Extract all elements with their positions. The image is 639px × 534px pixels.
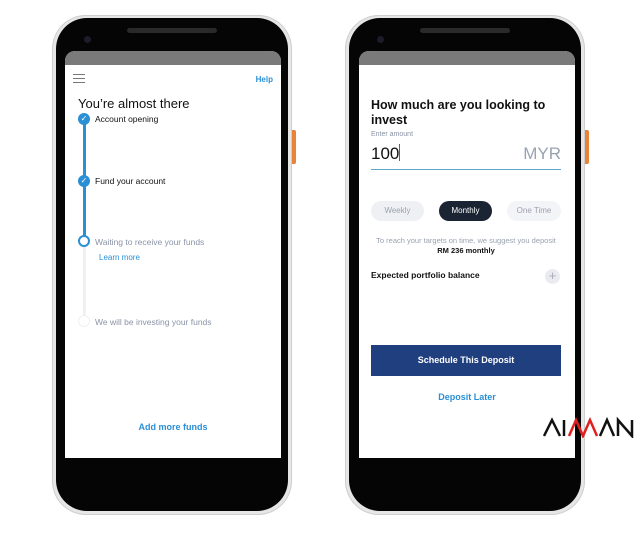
- suggested-amount: RM 236 monthly: [437, 246, 495, 255]
- deposit-later-link[interactable]: Deposit Later: [359, 392, 575, 402]
- aiman-logo: [543, 416, 634, 438]
- text-cursor: [399, 144, 401, 161]
- suggestion-sentence: To reach your targets on time, we sugges…: [376, 236, 556, 245]
- pending-step-icon: [78, 315, 90, 327]
- frequency-monthly[interactable]: Monthly: [439, 201, 492, 221]
- help-link[interactable]: Help: [256, 75, 273, 84]
- suggestion-text: To reach your targets on time, we sugges…: [371, 236, 561, 256]
- add-more-funds-link[interactable]: Add more funds: [65, 422, 281, 432]
- phone-left: Help You’re almost there ✓ Account openi…: [52, 15, 296, 515]
- side-button: [292, 130, 296, 164]
- step-fund-account: Fund your account: [95, 176, 166, 186]
- frequency-one-time[interactable]: One Time: [507, 201, 561, 221]
- timeline-remaining: [83, 241, 86, 321]
- step-waiting-funds: Waiting to receive your funds: [95, 237, 205, 247]
- phone-bezel: Help You’re almost there ✓ Account openi…: [56, 18, 288, 511]
- page-title: How much are you looking to invest: [371, 98, 546, 127]
- phone-right: How much are you looking to invest Enter…: [345, 15, 589, 515]
- amount-input[interactable]: 100 MYR: [371, 144, 561, 170]
- amount-label: Enter amount: [371, 131, 414, 138]
- speaker: [420, 28, 510, 33]
- step-account-opening: Account opening: [95, 114, 159, 124]
- camera: [377, 36, 384, 43]
- screen-progress: Help You’re almost there ✓ Account openi…: [65, 51, 281, 458]
- schedule-deposit-button[interactable]: Schedule This Deposit: [371, 345, 561, 376]
- current-step-icon: [78, 235, 90, 247]
- speaker: [127, 28, 217, 33]
- currency-label: MYR: [523, 144, 561, 163]
- step-investing-funds: We will be investing your funds: [95, 317, 212, 327]
- check-icon: ✓: [78, 175, 90, 187]
- camera: [84, 36, 91, 43]
- expected-balance-label: Expected portfolio balance: [371, 270, 480, 280]
- side-button: [585, 130, 589, 164]
- plus-icon[interactable]: +: [545, 269, 560, 284]
- page-title: You’re almost there: [78, 96, 190, 111]
- amount-value: 100: [371, 144, 400, 163]
- status-bar: [359, 51, 575, 65]
- hamburger-icon[interactable]: [73, 74, 85, 83]
- learn-more-link[interactable]: Learn more: [99, 253, 140, 262]
- screen-invest-amount: How much are you looking to invest Enter…: [359, 51, 575, 458]
- check-icon: ✓: [78, 113, 90, 125]
- frequency-weekly[interactable]: Weekly: [371, 201, 424, 221]
- status-bar: [65, 51, 281, 65]
